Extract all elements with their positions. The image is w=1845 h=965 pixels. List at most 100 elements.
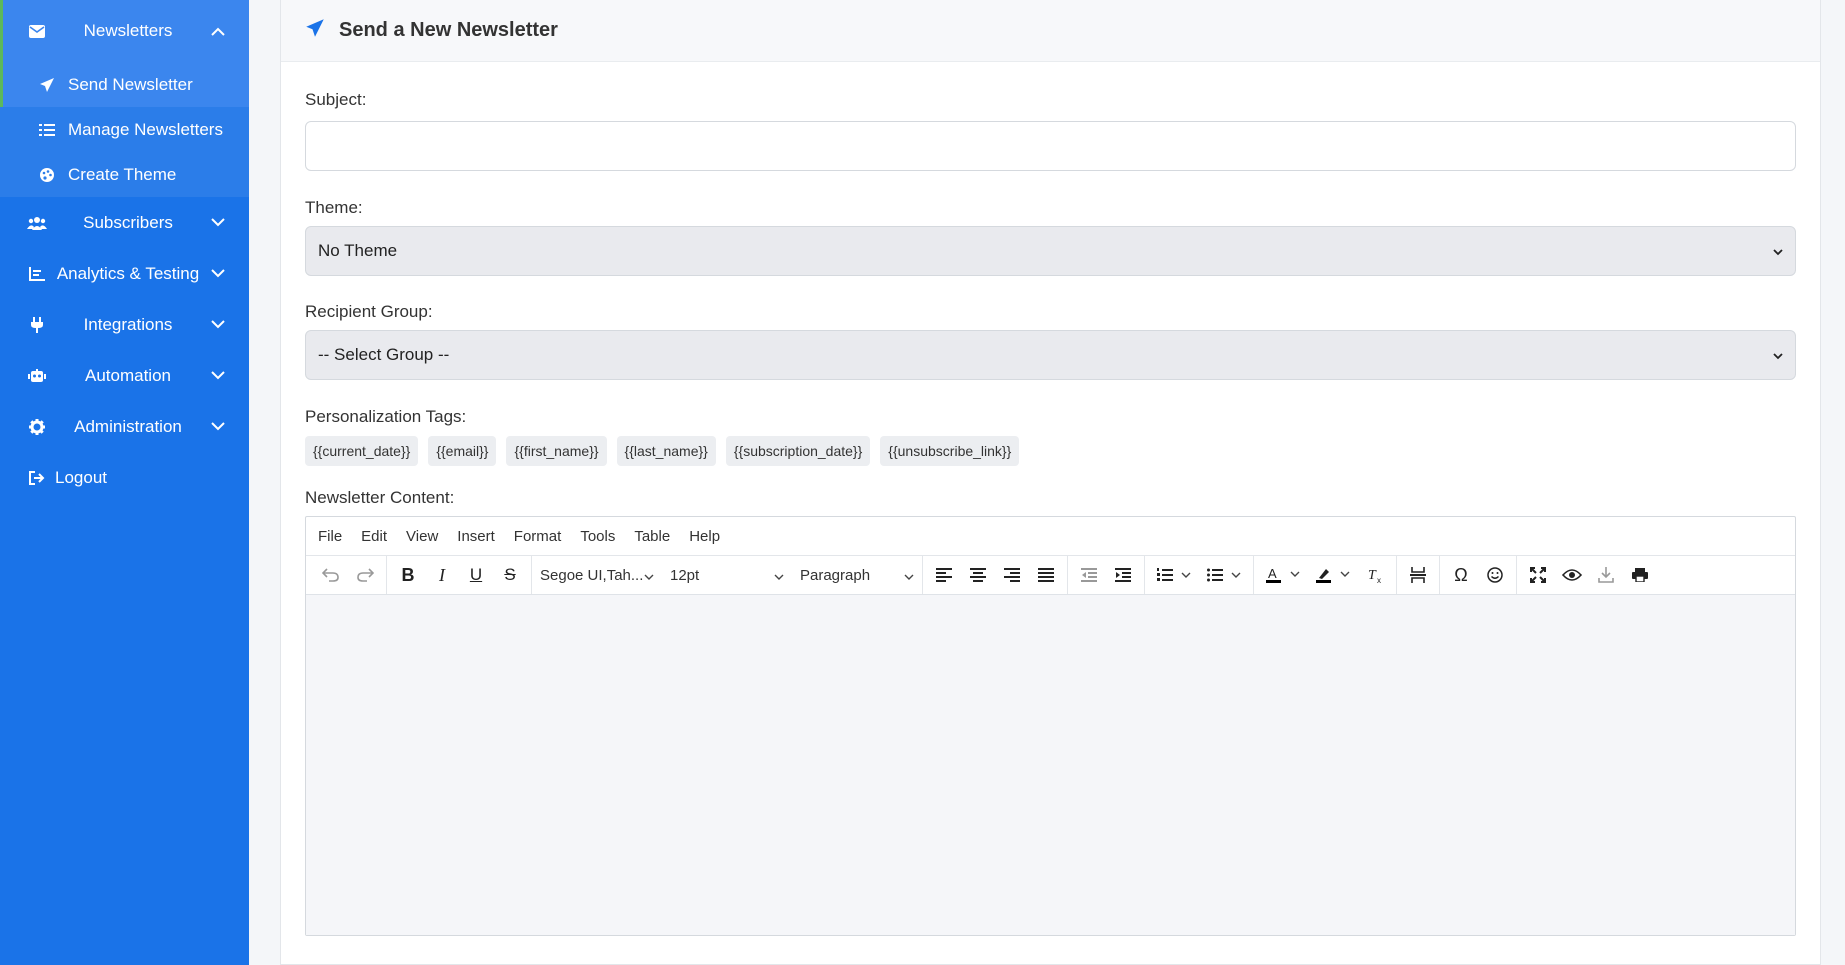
- theme-select-value: No Theme: [318, 241, 398, 260]
- nav-automation-label: Automation: [85, 365, 171, 385]
- chevron-down-icon: [1773, 345, 1783, 365]
- indent-icon[interactable]: [1106, 560, 1140, 590]
- recipient-group-value: -- Select Group --: [318, 345, 450, 364]
- theme-label: Theme:: [305, 198, 363, 217]
- chevron-down-icon: [209, 371, 227, 380]
- insert-group: Ω: [1440, 556, 1517, 594]
- clear-formatting-icon[interactable]: Tx: [1358, 560, 1392, 590]
- editor-content-area[interactable]: [306, 595, 1795, 935]
- print-icon[interactable]: [1623, 560, 1657, 590]
- font-size-select[interactable]: 12pt: [662, 560, 792, 590]
- pagebreak-group: [1397, 556, 1440, 594]
- font-group: Segoe UI,Tah... 12pt Paragraph: [532, 556, 923, 594]
- personalization-tags-label: Personalization Tags:: [305, 407, 467, 426]
- palette-icon: [38, 167, 56, 183]
- nav-integrations[interactable]: Integrations: [0, 299, 249, 350]
- tag-last-name[interactable]: {{last_name}}: [616, 436, 716, 466]
- nav-automation[interactable]: Automation: [0, 350, 249, 401]
- chevron-down-icon: [209, 320, 227, 329]
- sidebar-item-label: Create Theme: [68, 164, 177, 184]
- emoji-icon[interactable]: [1478, 560, 1512, 590]
- editor-toolbar: B I U S Segoe UI,Tah... 12pt Paragraph A…: [306, 556, 1795, 595]
- numbered-list-icon[interactable]: [1149, 560, 1199, 590]
- font-family-value: Segoe UI,Tah...: [540, 566, 644, 584]
- envelope-icon: [27, 24, 47, 38]
- nav-analytics-label: Analytics & Testing: [56, 263, 200, 283]
- sidebar-item-manage-newsletters[interactable]: Manage Newsletters: [0, 107, 249, 152]
- theme-select[interactable]: No Theme: [305, 226, 1796, 276]
- align-justify-icon[interactable]: [1029, 560, 1063, 590]
- tag-subscription-date[interactable]: {{subscription_date}}: [725, 436, 871, 466]
- menu-table[interactable]: Table: [634, 528, 670, 545]
- strikethrough-icon[interactable]: S: [493, 560, 527, 590]
- nav-subscribers[interactable]: Subscribers: [0, 197, 249, 248]
- download-icon[interactable]: [1589, 560, 1623, 590]
- highlight-color-icon[interactable]: [1308, 560, 1358, 590]
- sidebar: Newsletters Send Newsletter Manage Newsl…: [0, 0, 249, 965]
- nav-integrations-label: Integrations: [83, 314, 173, 334]
- menu-insert[interactable]: Insert: [457, 528, 495, 545]
- nav-administration-label: Administration: [74, 416, 182, 436]
- menu-file[interactable]: File: [318, 528, 342, 545]
- nav-administration[interactable]: Administration: [0, 401, 249, 452]
- svg-text:T: T: [1368, 568, 1377, 583]
- font-family-select[interactable]: Segoe UI,Tah...: [532, 560, 662, 590]
- outdent-icon[interactable]: [1072, 560, 1106, 590]
- nav-newsletters[interactable]: Newsletters: [0, 0, 249, 62]
- chart-icon: [27, 266, 47, 281]
- recipient-group-select[interactable]: -- Select Group --: [305, 330, 1796, 380]
- editor-menubar: File Edit View Insert Format Tools Table…: [306, 517, 1795, 556]
- svg-text:x: x: [1377, 576, 1381, 583]
- nav-newsletters-label: Newsletters: [83, 21, 173, 40]
- italic-icon[interactable]: I: [425, 560, 459, 590]
- chevron-down-icon: [209, 218, 227, 227]
- nav-subscribers-label: Subscribers: [83, 212, 173, 232]
- align-group: [923, 556, 1068, 594]
- menu-tools[interactable]: Tools: [580, 528, 615, 545]
- list-group: [1145, 556, 1254, 594]
- bullet-list-icon[interactable]: [1199, 560, 1249, 590]
- font-size-value: 12pt: [670, 566, 700, 584]
- logout-label: Logout: [55, 467, 107, 487]
- block-format-select[interactable]: Paragraph: [792, 560, 922, 590]
- special-character-icon[interactable]: Ω: [1444, 560, 1478, 590]
- tag-email[interactable]: {{email}}: [428, 436, 497, 466]
- chevron-down-icon: [1773, 241, 1783, 261]
- align-right-icon[interactable]: [995, 560, 1029, 590]
- rich-text-editor: File Edit View Insert Format Tools Table…: [305, 516, 1796, 936]
- tag-current-date[interactable]: {{current_date}}: [305, 436, 419, 466]
- sidebar-item-label: Manage Newsletters: [68, 119, 223, 139]
- paper-plane-icon: [305, 18, 325, 43]
- sidebar-item-create-theme[interactable]: Create Theme: [0, 152, 249, 197]
- menu-edit[interactable]: Edit: [361, 528, 387, 545]
- text-color-icon[interactable]: A: [1258, 560, 1308, 590]
- newsletters-submenu: Send Newsletter Manage Newsletters Creat…: [0, 62, 249, 197]
- logout-link[interactable]: Logout: [0, 452, 249, 503]
- menu-format[interactable]: Format: [514, 528, 562, 545]
- menu-help[interactable]: Help: [689, 528, 720, 545]
- redo-icon[interactable]: [348, 560, 382, 590]
- align-center-icon[interactable]: [961, 560, 995, 590]
- page-break-icon[interactable]: [1401, 560, 1435, 590]
- tag-first-name[interactable]: {{first_name}}: [506, 436, 607, 466]
- sidebar-item-send-newsletter[interactable]: Send Newsletter: [0, 62, 249, 107]
- logout-icon: [27, 470, 47, 485]
- fullscreen-icon[interactable]: [1521, 560, 1555, 590]
- tag-unsubscribe-link[interactable]: {{unsubscribe_link}}: [880, 436, 1020, 466]
- subject-input[interactable]: [305, 121, 1796, 171]
- page-title: Send a New Newsletter: [339, 19, 558, 41]
- card-header: Send a New Newsletter: [281, 0, 1820, 62]
- bold-icon[interactable]: B: [391, 560, 425, 590]
- svg-text:A: A: [1268, 567, 1277, 581]
- nav-analytics[interactable]: Analytics & Testing: [0, 248, 249, 299]
- undo-icon[interactable]: [314, 560, 348, 590]
- align-left-icon[interactable]: [927, 560, 961, 590]
- recipient-group-label: Recipient Group:: [305, 302, 433, 321]
- chevron-down-icon: [209, 422, 227, 431]
- personalization-tags: {{current_date}} {{email}} {{first_name}…: [305, 436, 1796, 466]
- plug-icon: [27, 316, 47, 333]
- history-group: [310, 556, 387, 594]
- underline-icon[interactable]: U: [459, 560, 493, 590]
- menu-view[interactable]: View: [406, 528, 438, 545]
- preview-eye-icon[interactable]: [1555, 560, 1589, 590]
